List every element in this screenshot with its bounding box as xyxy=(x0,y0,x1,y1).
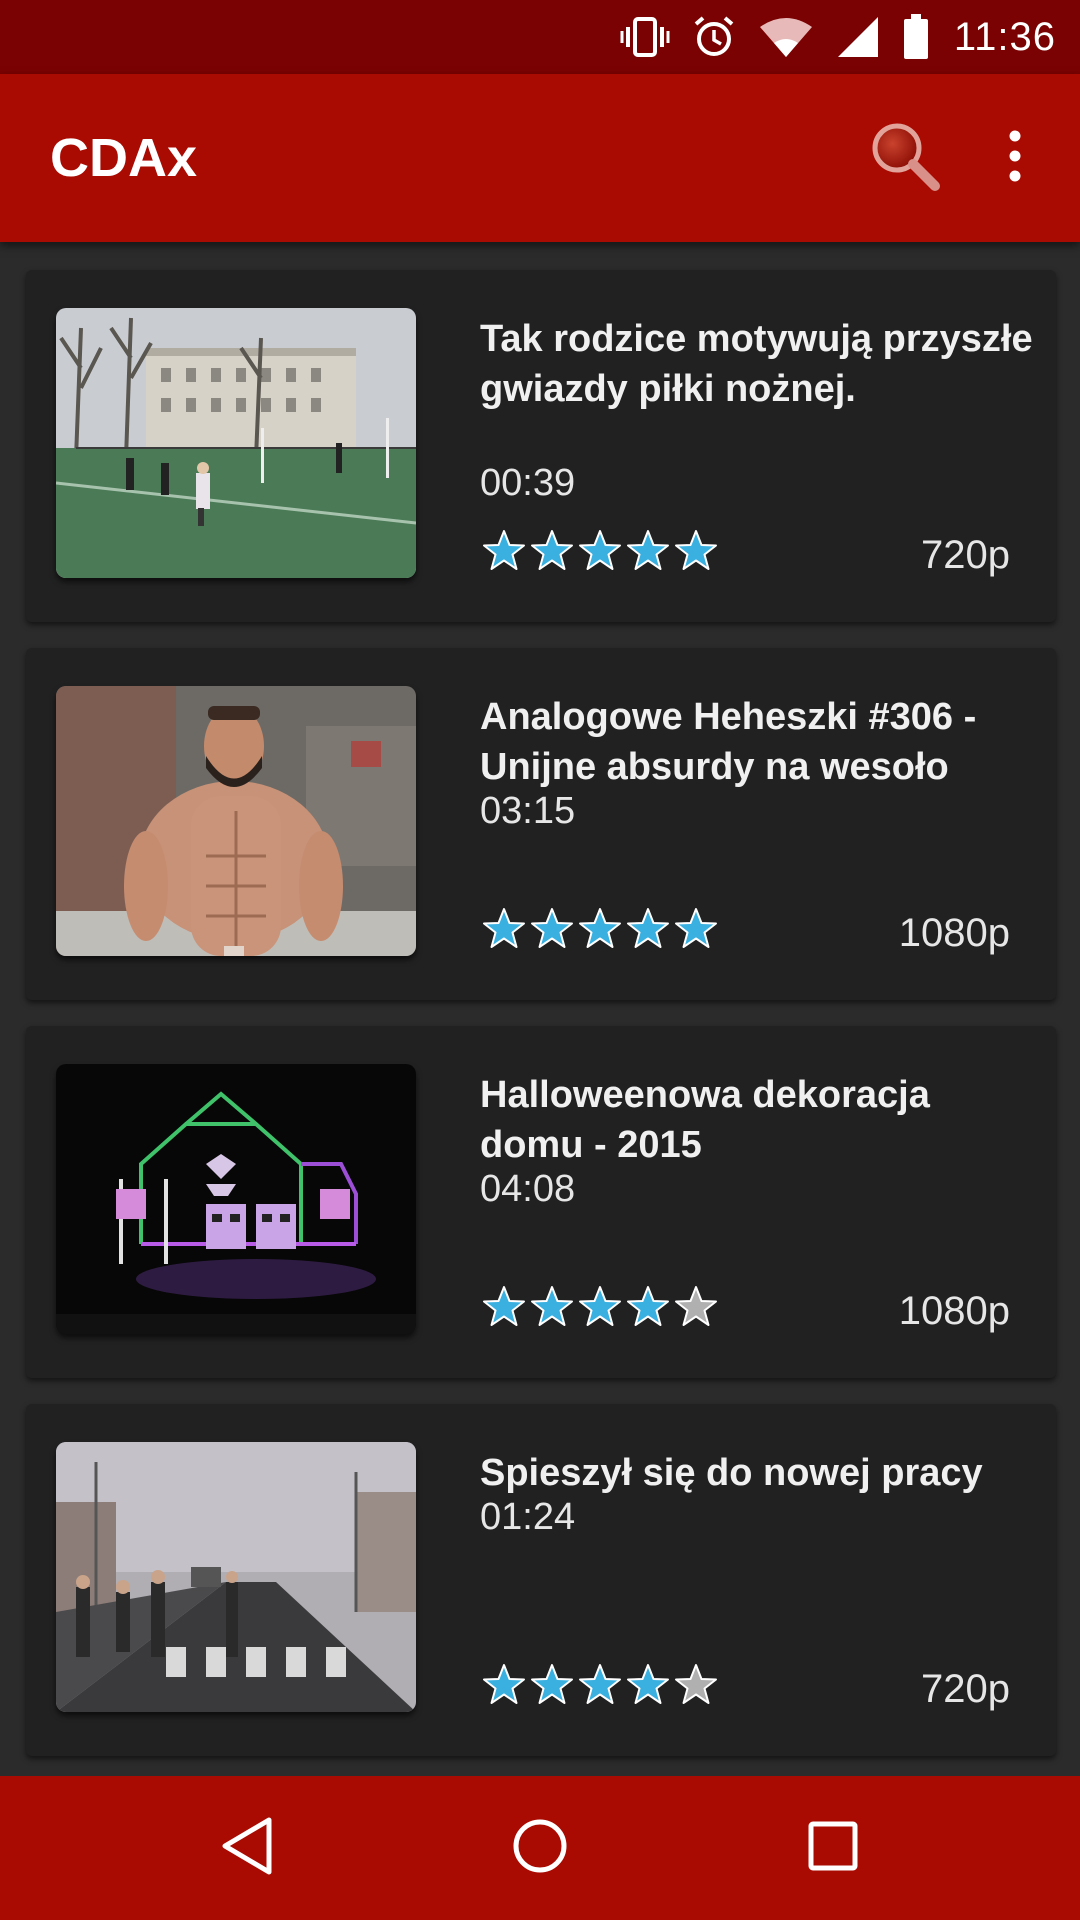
video-quality: 1080p xyxy=(898,1289,1010,1333)
rating-stars xyxy=(480,1662,720,1708)
search-button[interactable] xyxy=(850,103,960,213)
back-icon xyxy=(219,1816,275,1881)
video-quality: 1080p xyxy=(898,911,1010,955)
video-thumbnail[interactable] xyxy=(56,1064,416,1334)
star-empty-icon xyxy=(675,1286,717,1326)
home-icon xyxy=(510,1816,570,1881)
video-quality: 720p xyxy=(921,1667,1010,1711)
video-duration: 00:39 xyxy=(480,462,576,504)
video-title: Spieszył się do nowej pracy xyxy=(480,1452,983,1494)
video-card[interactable]: Analogowe Heheszki #306 - Unijne absurdy… xyxy=(26,648,1056,1000)
video-card[interactable]: Halloweenowa dekoracja domu - 2015 04:08… xyxy=(26,1026,1056,1378)
video-card[interactable]: Spieszył się do nowej pracy 01:24 720p xyxy=(26,1404,1056,1756)
video-duration: 01:24 xyxy=(480,1496,576,1538)
back-button[interactable] xyxy=(187,1788,307,1908)
video-duration: 04:08 xyxy=(480,1168,576,1210)
star-filled-icon xyxy=(627,1664,669,1704)
overflow-menu-icon xyxy=(1005,130,1025,187)
video-duration: 03:15 xyxy=(480,790,576,832)
star-filled-icon xyxy=(483,1664,525,1704)
status-bar: 11:36 xyxy=(0,0,1080,74)
star-filled-icon xyxy=(483,1286,525,1326)
star-filled-icon xyxy=(531,1286,573,1326)
star-empty-icon xyxy=(675,1664,717,1704)
signal-icon xyxy=(836,15,880,59)
rating-stars xyxy=(480,528,720,574)
battery-icon xyxy=(902,14,930,60)
star-filled-icon xyxy=(579,908,621,948)
video-title: Analogowe Heheszki #306 - Unijne absurdy… xyxy=(480,696,977,788)
star-filled-icon xyxy=(627,908,669,948)
navigation-bar xyxy=(0,1776,1080,1920)
star-filled-icon xyxy=(579,1286,621,1326)
status-time: 11:36 xyxy=(953,14,1056,59)
app-title: CDAx xyxy=(50,128,198,188)
star-filled-icon xyxy=(579,530,621,570)
vibrate-icon xyxy=(620,15,670,59)
video-quality: 720p xyxy=(921,533,1010,577)
star-filled-icon xyxy=(531,1664,573,1704)
star-filled-icon xyxy=(531,908,573,948)
recents-button[interactable] xyxy=(773,1788,893,1908)
search-icon xyxy=(867,118,943,199)
star-filled-icon xyxy=(627,530,669,570)
alarm-icon xyxy=(692,15,736,59)
star-filled-icon xyxy=(675,908,717,948)
wifi-icon xyxy=(758,15,814,59)
rating-stars xyxy=(480,1284,720,1330)
video-title: Tak rodzice motywują przyszłe gwiazdy pi… xyxy=(480,318,1033,410)
video-thumbnail[interactable] xyxy=(56,1442,416,1712)
video-list[interactable]: Tak rodzice motywują przyszłe gwiazdy pi… xyxy=(0,242,1080,1776)
video-card[interactable]: Tak rodzice motywują przyszłe gwiazdy pi… xyxy=(26,270,1056,622)
video-thumbnail[interactable] xyxy=(56,686,416,956)
video-title: Halloweenowa dekoracja domu - 2015 xyxy=(480,1074,930,1166)
home-button[interactable] xyxy=(480,1788,600,1908)
rating-stars xyxy=(480,906,720,952)
star-filled-icon xyxy=(627,1286,669,1326)
star-filled-icon xyxy=(483,530,525,570)
star-filled-icon xyxy=(483,908,525,948)
recents-icon xyxy=(805,1818,861,1879)
star-filled-icon xyxy=(675,530,717,570)
app-bar: CDAx xyxy=(0,74,1080,242)
star-filled-icon xyxy=(579,1664,621,1704)
overflow-menu-button[interactable] xyxy=(960,103,1070,213)
video-thumbnail[interactable] xyxy=(56,308,416,578)
star-filled-icon xyxy=(531,530,573,570)
